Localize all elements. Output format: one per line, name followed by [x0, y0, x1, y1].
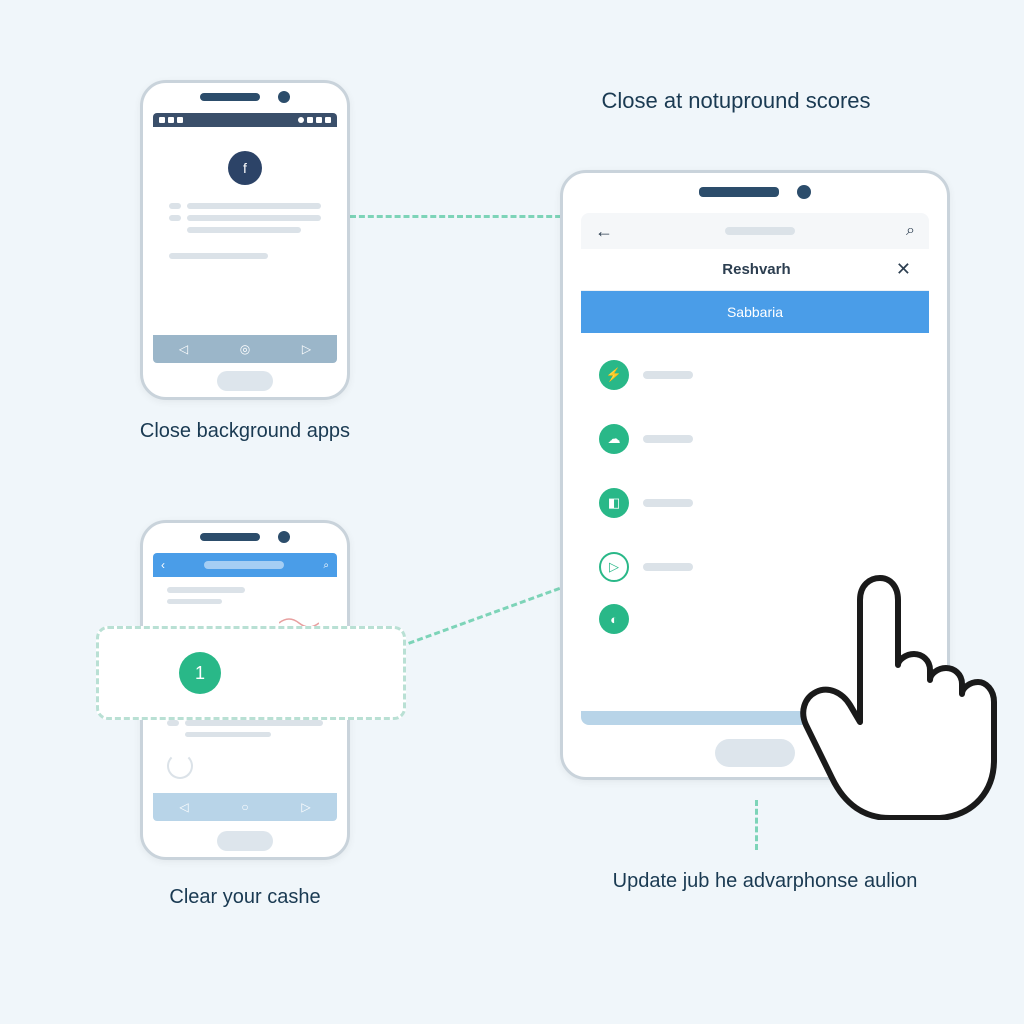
heading-top-right: Close at notupround scores	[556, 88, 916, 114]
phone-camera	[278, 91, 290, 103]
close-icon[interactable]: ✕	[896, 259, 911, 280]
caption-phone-1: Close background apps	[120, 420, 370, 443]
back-icon[interactable]: ‹	[161, 558, 165, 572]
nav-recent-icon[interactable]: ▷	[302, 342, 311, 356]
back-arrow-icon[interactable]: ←	[595, 221, 613, 242]
nav-home-icon[interactable]: ○	[241, 800, 248, 814]
item-text-placeholder	[643, 499, 693, 507]
nav-back-icon[interactable]: ◁	[179, 800, 188, 814]
callout-box: 1	[96, 626, 406, 720]
sub-title: Reshvarh	[722, 261, 790, 278]
phone-home-button	[715, 739, 795, 767]
android-nav-bar: ◁ ◎ ▷	[153, 335, 337, 363]
phone-camera	[278, 531, 290, 543]
caption-bottom-right: Update jub he advarphonse aulion	[575, 870, 955, 893]
item-badge-icon: ☁	[599, 424, 629, 454]
nav-recent-icon[interactable]: ▷	[301, 800, 310, 814]
connector-line-2	[399, 587, 560, 648]
list-item[interactable]: ⚡	[581, 343, 929, 407]
callout-number-badge: 1	[179, 652, 221, 694]
sub-header: Reshvarh ✕	[581, 249, 929, 291]
header-placeholder	[725, 227, 795, 235]
phone-home-button	[217, 371, 273, 391]
connector-line-1	[350, 215, 570, 218]
nav-back-icon[interactable]: ◁	[179, 342, 188, 356]
phone-camera	[797, 185, 811, 199]
app-icon: f	[228, 151, 262, 185]
phone-mockup-1: f ◁ ◎ ▷	[140, 80, 350, 400]
item-text-placeholder	[643, 563, 693, 571]
item-badge-icon: ◧	[599, 488, 629, 518]
item-badge-icon: ⚡	[599, 360, 629, 390]
search-icon[interactable]: ⌕	[906, 222, 915, 240]
phone-speaker	[699, 187, 779, 197]
caption-phone-2: Clear your cashe	[140, 886, 350, 909]
status-bar	[153, 113, 337, 127]
item-badge-icon: ▷	[599, 552, 629, 582]
phone-speaker	[200, 533, 260, 541]
app-header: ‹ ⌕	[153, 553, 337, 577]
android-nav-bar: ◁ ○ ▷	[153, 793, 337, 821]
item-text-placeholder	[643, 435, 693, 443]
item-text-placeholder	[643, 371, 693, 379]
item-badge-icon: ◐	[599, 604, 629, 634]
list-item[interactable]: ◧	[581, 471, 929, 535]
banner[interactable]: Sabbaria	[581, 291, 929, 333]
connector-line-3	[755, 800, 758, 850]
pointing-hand-icon	[790, 560, 1010, 820]
phone-speaker	[200, 93, 260, 101]
app-header: ← ⌕	[581, 213, 929, 249]
search-icon[interactable]: ⌕	[323, 560, 329, 571]
phone-home-button	[217, 831, 273, 851]
nav-home-icon[interactable]: ◎	[240, 342, 250, 356]
list-item[interactable]: ☁	[581, 407, 929, 471]
